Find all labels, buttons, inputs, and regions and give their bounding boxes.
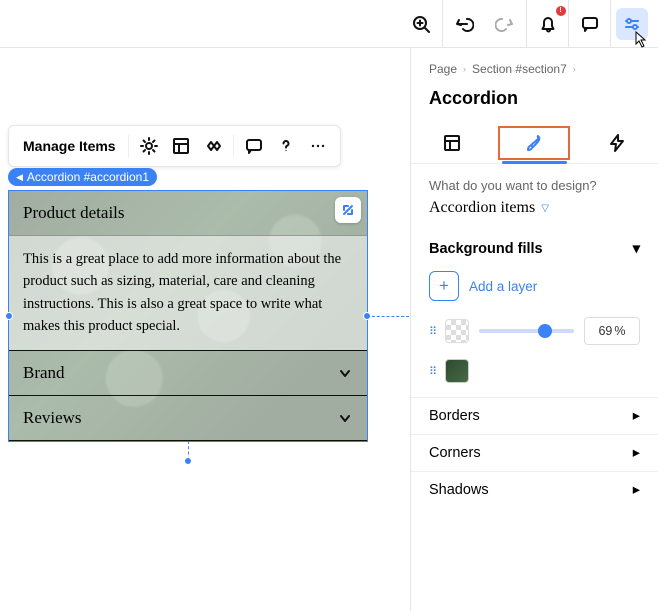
panel-title: Accordion: [429, 88, 640, 109]
section-shadows[interactable]: Shadows ▸: [411, 471, 658, 508]
sliders-icon: [622, 14, 642, 34]
design-panel: Page › Section #section7 › Accordion Wha…: [410, 48, 658, 611]
panel-tabs: [411, 123, 658, 164]
tab-effects[interactable]: [576, 123, 658, 163]
accordion-item-body: This is a great place to add more inform…: [9, 235, 367, 350]
section-label: Borders: [429, 408, 480, 424]
animation-icon: [203, 136, 223, 156]
brush-icon: [524, 133, 544, 153]
animation-button[interactable]: [199, 132, 227, 160]
fill-layer-row: ⠿: [429, 359, 640, 383]
bolt-icon: [607, 133, 627, 153]
accordion-item-title: Product details: [23, 203, 125, 223]
accordion-widget[interactable]: Product details This is a great place to…: [8, 190, 368, 442]
section-borders[interactable]: Borders ▸: [411, 397, 658, 434]
accordion-item[interactable]: Reviews: [9, 396, 367, 441]
add-layer-row: + Add a layer: [429, 271, 640, 301]
image-swatch[interactable]: [445, 359, 469, 383]
breadcrumb-item[interactable]: Page: [429, 62, 457, 76]
chevron-down-icon: [337, 365, 353, 381]
tab-design[interactable]: [493, 123, 575, 163]
selection-tag[interactable]: ◀ Accordion #accordion1: [8, 168, 157, 186]
add-layer-button[interactable]: +: [429, 271, 459, 301]
more-button[interactable]: [304, 132, 332, 160]
undo-button[interactable]: [448, 8, 480, 40]
chat-icon: [244, 136, 264, 156]
zoom-in-icon: [411, 14, 431, 34]
chevron-down-icon: [337, 410, 353, 426]
accordion-item-header[interactable]: Product details: [9, 191, 367, 235]
chevron-down-icon: ▽: [541, 203, 549, 214]
scope-selector[interactable]: Accordion items ▽: [429, 199, 640, 217]
caret-right-icon: ▸: [633, 408, 640, 424]
more-icon: [308, 136, 328, 156]
accordion-item-header[interactable]: Reviews: [9, 396, 367, 440]
selection-tag-label: Accordion #accordion1: [27, 170, 149, 184]
section-label: Corners: [429, 445, 481, 461]
element-comment-button[interactable]: [240, 132, 268, 160]
element-toolbar: Manage Items: [8, 125, 341, 167]
tab-layout[interactable]: [411, 123, 493, 163]
add-layer-label[interactable]: Add a layer: [469, 279, 537, 294]
manage-items-button[interactable]: Manage Items: [17, 136, 122, 156]
topbar: [0, 0, 658, 48]
gear-icon: [139, 136, 159, 156]
design-prompt: What do you want to design?: [429, 178, 640, 193]
guide-line: [367, 316, 409, 317]
expand-button[interactable]: [335, 197, 361, 223]
accordion-item-title: Brand: [23, 363, 65, 383]
breadcrumb-item[interactable]: Section #section7: [472, 62, 567, 76]
tutorial-highlight: [498, 126, 570, 160]
accordion-item[interactable]: Brand: [9, 351, 367, 396]
resize-handle-bottom[interactable]: [184, 457, 192, 465]
transparent-swatch[interactable]: [445, 319, 469, 343]
accordion-item-header[interactable]: Brand: [9, 351, 367, 395]
settings-button[interactable]: [135, 132, 163, 160]
opacity-slider[interactable]: [479, 329, 574, 333]
drag-handle[interactable]: ⠿: [429, 365, 435, 378]
breadcrumb[interactable]: Page › Section #section7 ›: [429, 62, 640, 76]
resize-handle-left[interactable]: [5, 312, 13, 320]
fill-layer-row: ⠿ 69%: [429, 317, 640, 345]
section-label: Shadows: [429, 482, 489, 498]
chat-icon: [580, 14, 600, 34]
expand-icon: [340, 202, 356, 218]
alert-badge: [556, 6, 566, 16]
help-icon: [276, 136, 296, 156]
chevron-right-icon: ›: [463, 64, 466, 74]
caret-right-icon: ▸: [633, 482, 640, 498]
section-background-fills[interactable]: Background fills ▾: [411, 231, 658, 267]
section-corners[interactable]: Corners ▸: [411, 434, 658, 471]
accordion-item-title: Reviews: [23, 408, 82, 428]
help-button[interactable]: [272, 132, 300, 160]
opacity-input[interactable]: 69%: [584, 317, 640, 345]
undo-icon: [454, 14, 474, 34]
drag-handle[interactable]: ⠿: [429, 325, 435, 338]
caret-down-icon: ▾: [633, 241, 640, 257]
design-panel-toggle[interactable]: [616, 8, 648, 40]
scope-selector-label: Accordion items: [429, 199, 535, 217]
layout-button[interactable]: [167, 132, 195, 160]
accordion-item[interactable]: Product details This is a great place to…: [9, 191, 367, 351]
section-label: Background fills: [429, 241, 543, 257]
redo-button[interactable]: [489, 8, 521, 40]
layout-icon: [442, 133, 462, 153]
slider-knob[interactable]: [538, 324, 552, 338]
chevron-right-icon: ›: [573, 64, 576, 74]
zoom-button[interactable]: [405, 8, 437, 40]
chevron-left-icon: ◀: [16, 172, 23, 183]
notifications-button[interactable]: [532, 8, 564, 40]
comments-button[interactable]: [574, 8, 606, 40]
redo-icon: [495, 14, 515, 34]
bell-icon: [538, 14, 558, 34]
caret-right-icon: ▸: [633, 445, 640, 461]
layout-icon: [171, 136, 191, 156]
